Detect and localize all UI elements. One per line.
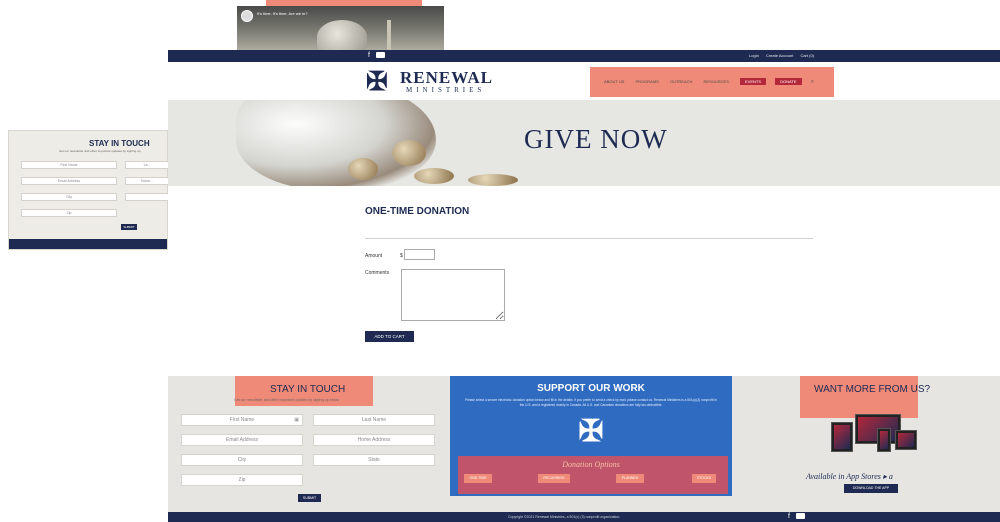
nav-resources[interactable]: RESOURCES: [704, 79, 729, 84]
facebook-icon[interactable]: f: [788, 513, 790, 520]
cart-link[interactable]: Cart (0): [800, 53, 814, 58]
last-name-field[interactable]: Last Name: [313, 414, 435, 426]
zip-field[interactable]: Zip: [181, 474, 303, 486]
video-thumbnail[interactable]: It's time. It's time. Are we in?: [237, 6, 444, 54]
app-devices-image: [831, 414, 923, 454]
comments-label: Comments: [365, 270, 390, 276]
site-header: ✠ RENEWAL MINISTRIES ABOUT US PROGRAMS O…: [168, 62, 1000, 100]
pole-image: [387, 20, 391, 54]
jerusalem-cross-icon: ✠: [578, 415, 604, 448]
search-icon[interactable]: ⌕: [811, 79, 814, 86]
jerusalem-cross-icon: ✠: [366, 66, 388, 96]
stay-in-touch-card: STAY IN TOUCH Get our newsletter and oth…: [8, 130, 169, 250]
side-address-field[interactable]: Home...: [125, 177, 169, 185]
side-state-field[interactable]: [125, 193, 169, 201]
first-name-placeholder: First Name: [229, 417, 255, 423]
coin-image: [348, 158, 378, 180]
option-stocks-button[interactable]: STOCKS: [692, 474, 716, 483]
state-field[interactable]: State: [313, 454, 435, 466]
city-field[interactable]: City: [181, 454, 303, 466]
video-channel-icon: [241, 10, 253, 22]
currency-symbol: $: [400, 253, 403, 259]
side-submit-button[interactable]: SUBMIT: [121, 224, 137, 230]
site-footer: STAY IN TOUCH Get our newsletter and oth…: [168, 376, 1000, 512]
option-recurring-button[interactable]: RECURRING: [538, 474, 570, 483]
main-nav: ABOUT US PROGRAMS OUTREACH RESOURCES EVE…: [604, 78, 814, 86]
want-more-title: WANT MORE FROM US?: [814, 384, 931, 395]
login-link[interactable]: Login: [749, 53, 759, 58]
logo-wordmark: RENEWAL: [400, 68, 493, 87]
side-zip-field[interactable]: Zip: [21, 209, 117, 217]
support-title: SUPPORT OUR WORK: [537, 383, 645, 394]
email-field[interactable]: Email Address: [181, 434, 303, 446]
facebook-icon[interactable]: f: [368, 52, 370, 59]
available-label: Available in App Stores: [806, 472, 881, 481]
side-first-name-field[interactable]: First Name: [21, 161, 117, 169]
coin-image: [414, 168, 454, 184]
side-city-field[interactable]: City: [21, 193, 117, 201]
side-card-footer-bar: [9, 239, 167, 249]
stay-in-touch-subtitle: Get our newsletter and other important u…: [234, 398, 340, 402]
contact-card-icon: ▣: [294, 417, 299, 423]
first-name-field[interactable]: First Name ▣: [181, 414, 303, 426]
coin-image: [468, 174, 518, 186]
option-one-time-button[interactable]: ONE-TIME: [464, 474, 492, 483]
support-description: Please select a secure electronic donati…: [465, 398, 717, 407]
add-to-cart-button[interactable]: ADD TO CART: [365, 331, 414, 342]
more-highlight: [800, 376, 918, 418]
donation-heading: ONE-TIME DONATION: [365, 206, 470, 217]
account-links: Login Create Account Cart (0): [743, 53, 814, 58]
download-app-button[interactable]: DOWNLOAD THE APP: [844, 484, 898, 493]
lightbulb-image: [317, 20, 367, 54]
renewal-ministries-logo[interactable]: ✠ RENEWAL MINISTRIES: [366, 66, 496, 98]
amount-label: Amount: [365, 253, 383, 259]
phone-image: [877, 428, 891, 452]
bottom-social-links: f: [788, 513, 805, 520]
option-planned-button[interactable]: PLANNED: [616, 474, 644, 483]
divider: [365, 238, 813, 239]
nav-donate-button[interactable]: DONATE: [775, 78, 802, 85]
bottom-bar: Copyright ©2021 Renewal Ministries, a 50…: [168, 512, 1000, 522]
store-icons[interactable]: ▸ a: [883, 472, 893, 481]
submit-button[interactable]: SUBMIT: [298, 494, 321, 502]
support-our-work-panel: SUPPORT OUR WORK Please select a secure …: [450, 376, 732, 496]
stay-in-touch-title: STAY IN TOUCH: [270, 384, 346, 395]
logo-subtitle: MINISTRIES: [406, 86, 486, 94]
side-card-title: STAY IN TOUCH: [89, 139, 150, 148]
side-email-field[interactable]: Email Address: [21, 177, 117, 185]
tablet-image: [895, 430, 917, 450]
create-account-link[interactable]: Create Account: [766, 53, 793, 58]
youtube-icon[interactable]: [375, 52, 385, 59]
youtube-icon[interactable]: [795, 513, 805, 520]
tablet-image: [831, 422, 853, 452]
donation-form-section: ONE-TIME DONATION Amount $ Comments ADD …: [168, 186, 1000, 376]
home-address-field[interactable]: Home Address: [313, 434, 435, 446]
amount-input[interactable]: [404, 249, 435, 260]
nav-programs[interactable]: PROGRAMS: [636, 79, 659, 84]
side-last-name-field[interactable]: La...: [125, 161, 169, 169]
top-utility-bar: f Login Create Account Cart (0): [168, 50, 1000, 62]
nav-events-button[interactable]: EVENTS: [740, 78, 767, 85]
top-social-links: f: [368, 52, 385, 59]
website-frame: f Login Create Account Cart (0) ✠ RENEWA…: [168, 50, 1000, 522]
app-stores-text: Available in App Stores ▸ a: [806, 472, 893, 481]
side-card-subtitle: Get our newsletter and other important u…: [59, 149, 141, 153]
copyright-text: Copyright ©2021 Renewal Ministries, a 50…: [508, 515, 621, 519]
page-title: GIVE NOW: [524, 124, 668, 154]
coin-image: [392, 140, 426, 166]
nav-about-us[interactable]: ABOUT US: [604, 79, 624, 84]
comments-textarea[interactable]: [401, 269, 505, 321]
hero-banner: GIVE NOW: [168, 100, 1000, 186]
donation-options-title: Donation Options: [562, 460, 620, 469]
nav-outreach[interactable]: OUTREACH: [670, 79, 692, 84]
video-title: It's time. It's time. Are we in?: [257, 11, 308, 16]
